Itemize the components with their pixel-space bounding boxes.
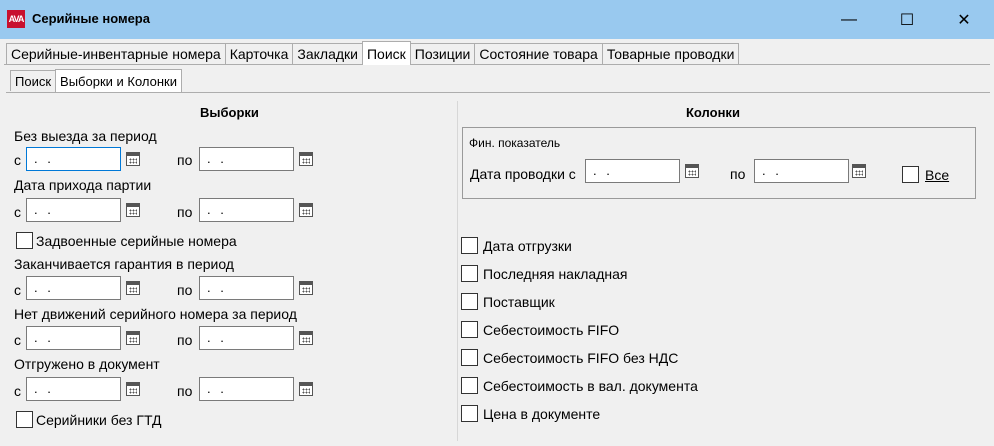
period5-to-label: по: [177, 383, 193, 399]
posting-date-from-label: Дата проводки с: [470, 166, 576, 182]
column-shipment-date-label: Дата отгрузки: [483, 238, 572, 254]
all-dates-checkbox[interactable]: [902, 166, 919, 183]
calendar-icon[interactable]: [299, 203, 313, 217]
column-fifo-cost-label: Себестоимость FIFO: [483, 322, 620, 338]
period1-to-label: по: [177, 152, 193, 168]
app-logo-icon: AVA: [7, 10, 25, 28]
period3-to-label: по: [177, 282, 193, 298]
fin-indicator-group: Фин. показатель Дата проводки с . . по .…: [462, 127, 976, 199]
period1-label: Без выезда за период: [14, 128, 157, 144]
fin-indicator-title: Фин. показатель: [469, 136, 561, 150]
period4-from-date-input[interactable]: . .: [26, 326, 121, 350]
selections-columns-panel: Выборки Без выезда за период с . . по . …: [6, 92, 990, 444]
period3-to-date-input[interactable]: . .: [199, 276, 294, 300]
period3-label: Заканчивается гарантия в период: [14, 256, 234, 272]
calendar-icon[interactable]: [299, 152, 313, 166]
column-supplier-label: Поставщик: [483, 294, 555, 310]
column-shipment-date-checkbox[interactable]: [461, 237, 478, 254]
period4-from-label: с: [14, 332, 21, 348]
posting-date-from-input[interactable]: . .: [585, 159, 680, 183]
column-doc-price-checkbox[interactable]: [461, 405, 478, 422]
main-tab-strip: Серийные-инвентарные номера Карточка Зак…: [6, 41, 740, 65]
period5-from-label: с: [14, 383, 21, 399]
calendar-icon[interactable]: [852, 164, 866, 178]
period1-to-date-input[interactable]: . .: [199, 147, 294, 171]
posting-date-to-input[interactable]: . .: [754, 159, 849, 183]
period5-to-date-input[interactable]: . .: [199, 377, 294, 401]
period4-label: Нет движений серийного номера за период: [14, 306, 297, 322]
calendar-icon[interactable]: [126, 152, 140, 166]
title-bar: AVA Серийные номера — ☐ ✕: [0, 0, 994, 39]
tab-goods-state[interactable]: Состояние товара: [474, 43, 603, 64]
tab-serial-inventory[interactable]: Серийные-инвентарные номера: [6, 43, 226, 64]
window-title: Серийные номера: [32, 11, 150, 26]
minimize-button[interactable]: —: [826, 0, 872, 39]
tab-bookmarks[interactable]: Закладки: [292, 43, 363, 64]
subtab-search[interactable]: Поиск: [10, 70, 57, 91]
calendar-icon[interactable]: [299, 382, 313, 396]
period2-from-date-input[interactable]: . .: [26, 198, 121, 222]
tab-goods-postings[interactable]: Товарные проводки: [601, 43, 740, 64]
period3-from-label: с: [14, 282, 21, 298]
period4-to-date-input[interactable]: . .: [199, 326, 294, 350]
column-doc-price-label: Цена в документе: [483, 406, 601, 422]
no-gtd-label: Серийники без ГТД: [36, 412, 162, 428]
tab-search[interactable]: Поиск: [361, 41, 411, 65]
column-supplier-checkbox[interactable]: [461, 293, 478, 310]
column-fifo-cost-checkbox[interactable]: [461, 321, 478, 338]
all-dates-label: Все: [925, 167, 950, 183]
calendar-icon[interactable]: [126, 331, 140, 345]
app-logo-text: AVA: [8, 14, 25, 24]
period1-from-date-input[interactable]: . .: [26, 147, 121, 171]
calendar-icon[interactable]: [126, 382, 140, 396]
maximize-button[interactable]: ☐: [884, 0, 930, 39]
section-divider: [457, 101, 458, 441]
window-content: Серийные-инвентарные номера Карточка Зак…: [0, 39, 994, 446]
column-last-invoice-label: Последняя накладная: [483, 266, 628, 282]
no-gtd-checkbox[interactable]: [16, 411, 33, 428]
selections-title: Выборки: [200, 105, 259, 120]
period2-to-label: по: [177, 204, 193, 220]
duplicate-serials-checkbox[interactable]: [16, 232, 33, 249]
calendar-icon[interactable]: [299, 331, 313, 345]
period5-label: Отгружено в документ: [14, 356, 160, 372]
posting-date-to-label: по: [730, 166, 746, 182]
period2-label: Дата прихода партии: [14, 177, 152, 193]
calendar-icon[interactable]: [126, 281, 140, 295]
period2-to-date-input[interactable]: . .: [199, 198, 294, 222]
period5-from-date-input[interactable]: . .: [26, 377, 121, 401]
period3-from-date-input[interactable]: . .: [26, 276, 121, 300]
calendar-icon[interactable]: [126, 203, 140, 217]
tab-strip-border: [4, 64, 990, 65]
column-fifo-cost-no-vat-checkbox[interactable]: [461, 349, 478, 366]
column-cost-doc-currency-label: Себестоимость в вал. документа: [483, 378, 698, 394]
column-fifo-cost-no-vat-label: Себестоимость FIFO без НДС: [483, 350, 679, 366]
tab-card[interactable]: Карточка: [224, 43, 294, 64]
calendar-icon[interactable]: [685, 164, 699, 178]
tab-positions[interactable]: Позиции: [409, 43, 476, 64]
period4-to-label: по: [177, 332, 193, 348]
period1-from-label: с: [14, 152, 21, 168]
close-button[interactable]: ✕: [941, 0, 987, 39]
column-last-invoice-checkbox[interactable]: [461, 265, 478, 282]
calendar-icon[interactable]: [299, 281, 313, 295]
columns-title: Колонки: [686, 105, 740, 120]
column-cost-doc-currency-checkbox[interactable]: [461, 377, 478, 394]
sub-tab-strip: Поиск Выборки и Колонки: [10, 69, 182, 92]
duplicate-serials-label: Задвоенные серийные номера: [36, 233, 237, 249]
subtab-selections-columns[interactable]: Выборки и Колонки: [55, 69, 182, 92]
period2-from-label: с: [14, 204, 21, 220]
